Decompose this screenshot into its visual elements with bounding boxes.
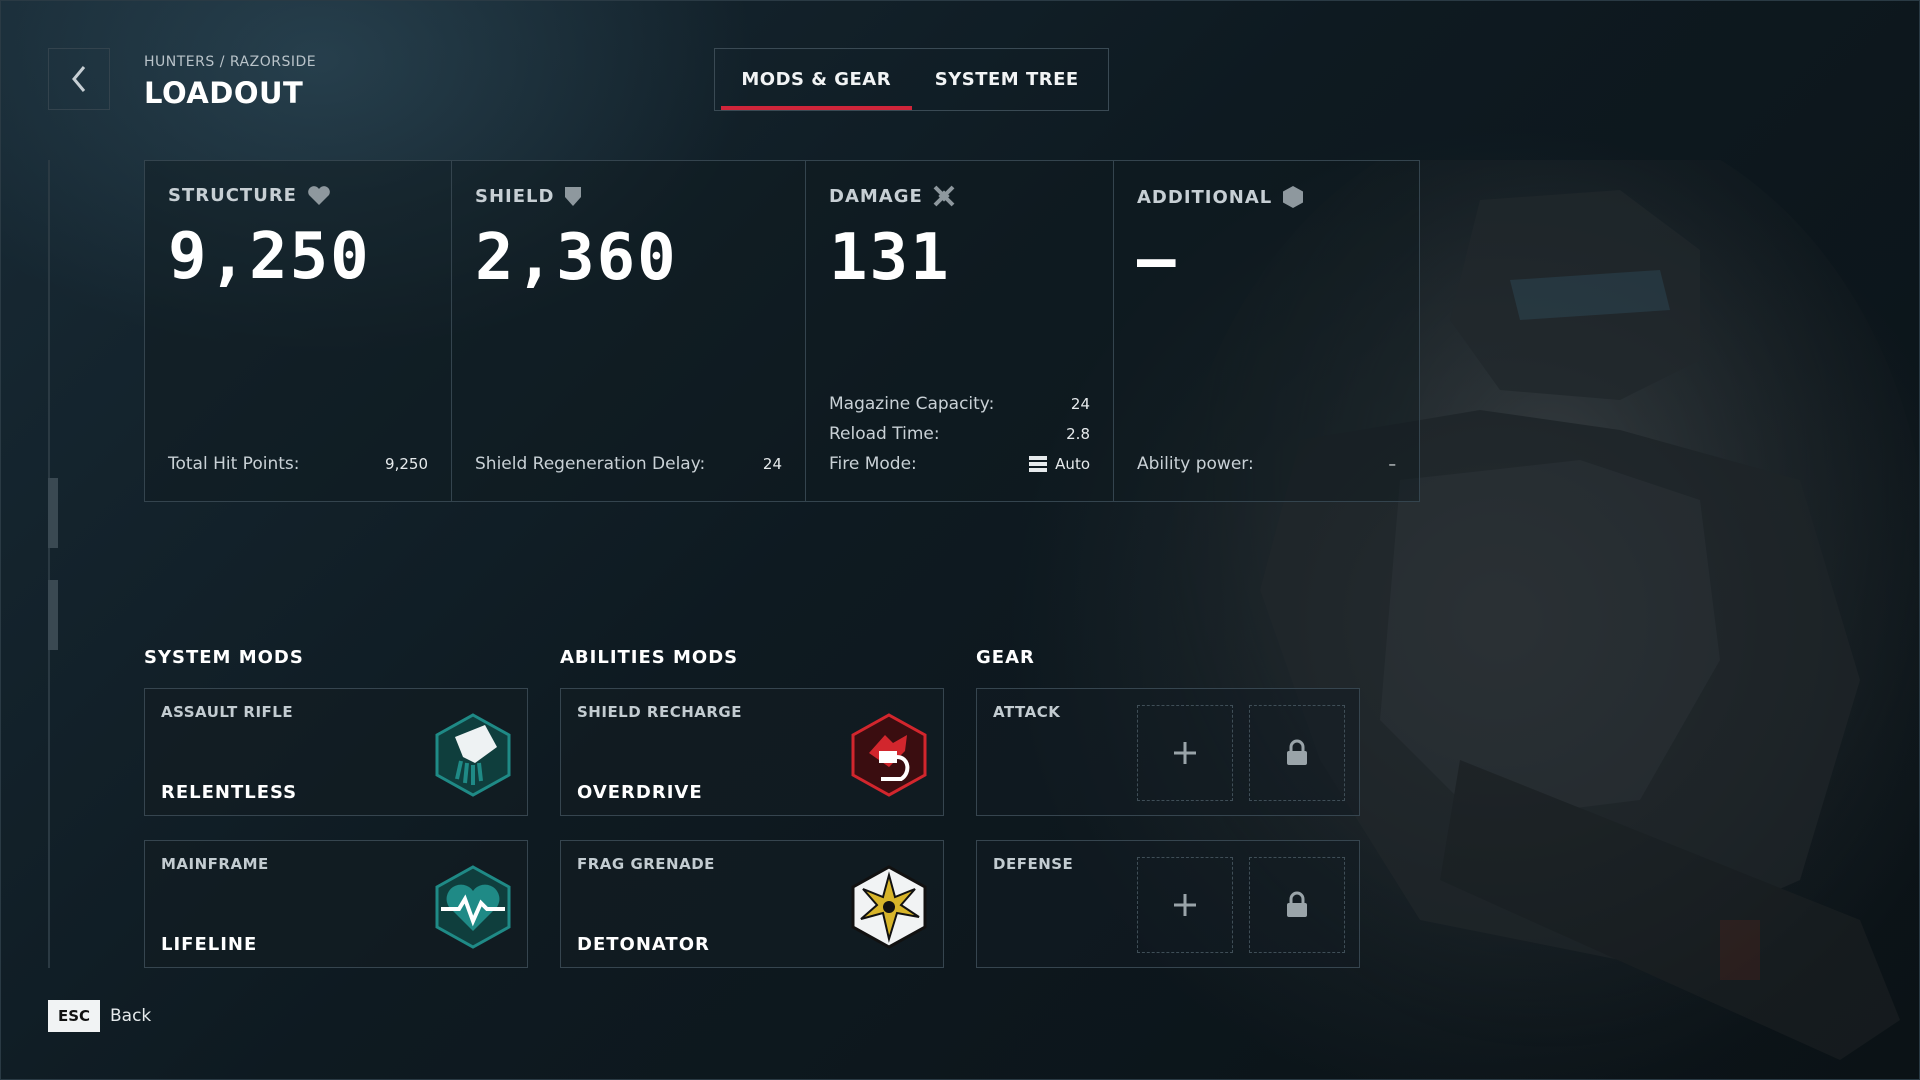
mod-card-mainframe[interactable]: MAINFRAME LIFELINE xyxy=(144,840,528,968)
tab-system-tree[interactable]: SYSTEM TREE xyxy=(912,49,1103,110)
stat-additional-label: ADDITIONAL xyxy=(1137,186,1273,208)
overdrive-mod-icon xyxy=(851,713,927,797)
abilities-mods-title: ABILITIES MODS xyxy=(560,647,739,668)
hexagon-icon xyxy=(1283,186,1304,208)
esc-key-button[interactable]: ESC xyxy=(48,1000,100,1032)
relentless-mod-icon xyxy=(435,713,511,797)
gear-slot-defense: DEFENSE xyxy=(976,840,1360,968)
page-title: LOADOUT xyxy=(144,76,304,110)
add-gear-button[interactable] xyxy=(1137,705,1233,801)
tab-bar: MODS & GEAR SYSTEM TREE xyxy=(714,48,1109,111)
stat-row: Total Hit Points: 9,250 xyxy=(168,454,428,474)
lifeline-mod-icon xyxy=(435,865,511,949)
plus-icon xyxy=(1174,894,1196,916)
stat-row: Magazine Capacity: 24 xyxy=(829,394,1090,414)
chevron-left-icon xyxy=(72,66,86,92)
rail-marker-bottom xyxy=(48,580,58,650)
detonator-mod-icon xyxy=(851,865,927,949)
heart-icon xyxy=(308,185,330,205)
stat-damage-value: 131 xyxy=(829,221,951,295)
tab-mods-gear[interactable]: MODS & GEAR xyxy=(721,49,912,110)
locked-gear-slot xyxy=(1249,705,1345,801)
stat-row: Reload Time: 2.8 xyxy=(829,424,1090,444)
lock-icon xyxy=(1287,739,1307,765)
lock-icon xyxy=(1287,891,1307,917)
stat-structure-value: 9,250 xyxy=(168,220,371,294)
stat-shield-label: SHIELD xyxy=(475,185,555,207)
breadcrumb: HUNTERS / RAZORSIDE xyxy=(144,54,317,70)
stat-damage: DAMAGE 131 Magazine Capacity: 24 Reload … xyxy=(806,161,1114,501)
plus-icon xyxy=(1174,742,1196,764)
left-rail xyxy=(48,160,50,968)
mod-card-shield-recharge[interactable]: SHIELD RECHARGE OVERDRIVE xyxy=(560,688,944,816)
mod-card-frag-grenade[interactable]: FRAG GRENADE DETONATOR xyxy=(560,840,944,968)
gear-slot-attack: ATTACK xyxy=(976,688,1360,816)
stat-structure: STRUCTURE 9,250 Total Hit Points: 9,250 xyxy=(145,161,452,501)
esc-back-label: Back xyxy=(110,1006,152,1026)
rail-marker-top xyxy=(48,478,58,548)
stat-damage-label: DAMAGE xyxy=(829,185,923,207)
crossed-swords-icon xyxy=(933,185,955,207)
stat-structure-label: STRUCTURE xyxy=(168,185,297,206)
stat-row: Ability power: – xyxy=(1137,454,1396,474)
stat-row: Shield Regeneration Delay: 24 xyxy=(475,454,782,474)
back-button[interactable] xyxy=(48,48,110,110)
add-gear-button[interactable] xyxy=(1137,857,1233,953)
system-mods-title: SYSTEM MODS xyxy=(144,647,304,668)
stat-additional: ADDITIONAL — Ability power: – xyxy=(1114,161,1419,501)
stat-shield-value: 2,360 xyxy=(475,221,678,295)
gear-title: GEAR xyxy=(976,647,1035,668)
ammo-icon xyxy=(1029,456,1048,472)
stat-additional-value: — xyxy=(1137,223,1178,297)
mod-card-assault-rifle[interactable]: ASSAULT RIFLE RELENTLESS xyxy=(144,688,528,816)
stat-shield: SHIELD 2,360 Shield Regeneration Delay: … xyxy=(452,161,806,501)
stats-panel: STRUCTURE 9,250 Total Hit Points: 9,250 … xyxy=(144,160,1420,502)
stat-row: Fire Mode: Auto xyxy=(829,454,1090,474)
locked-gear-slot xyxy=(1249,857,1345,953)
shield-icon xyxy=(565,187,582,206)
